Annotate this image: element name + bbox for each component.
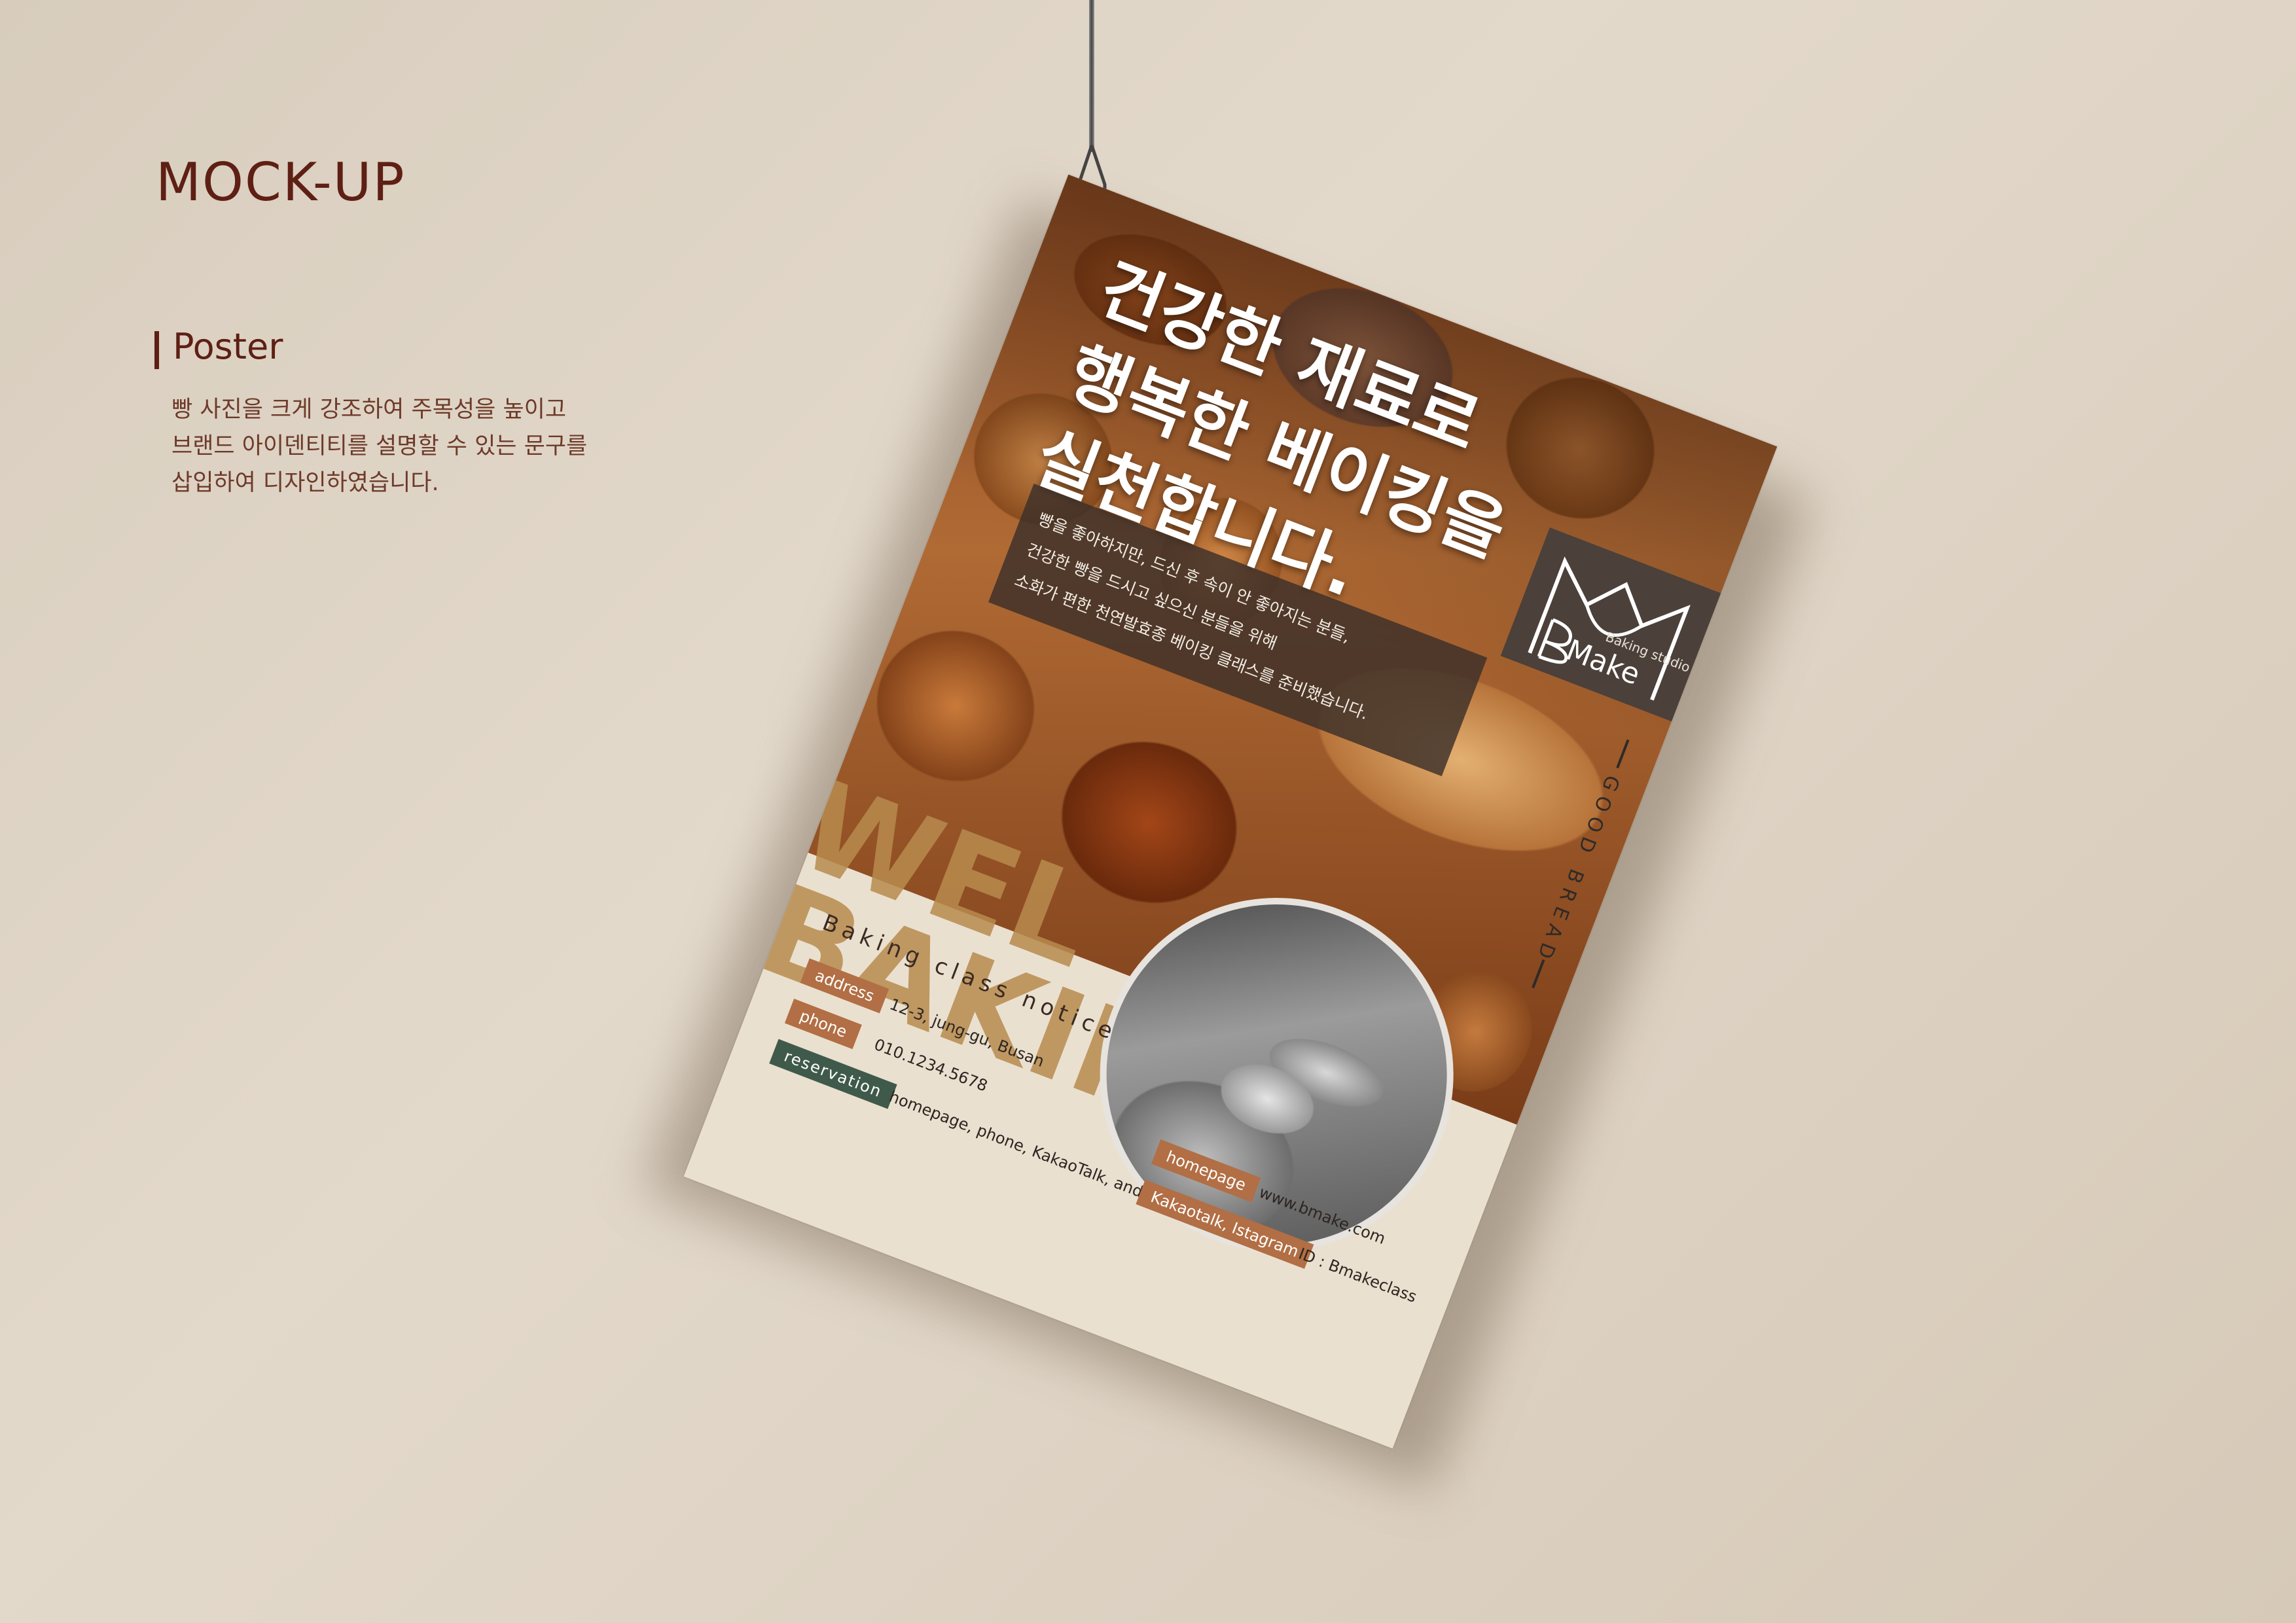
section-title: Poster [173,326,283,367]
description-line: 삽입하여 디자인하였습니다. [171,470,439,496]
hanging-string [1089,0,1094,152]
section-accent-bar [154,331,159,369]
section-description: 빵 사진을 크게 강조하여 주목성을 높이고 브랜드 아이덴티티를 설명할 수 … [171,391,761,501]
page-title: MOCK-UP [156,152,406,213]
description-line: 브랜드 아이덴티티를 설명할 수 있는 문구를 [171,433,588,459]
description-line: 빵 사진을 크게 강조하여 주목성을 높이고 [171,397,567,423]
